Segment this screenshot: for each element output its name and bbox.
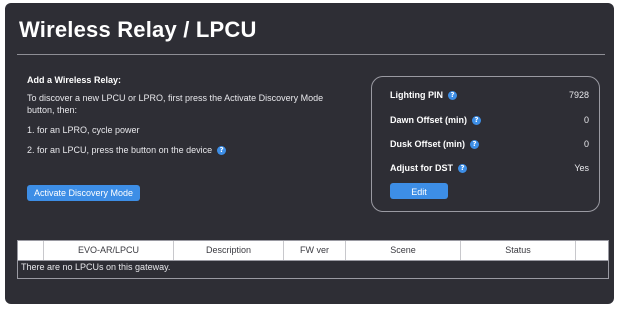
lpcu-table: EVO-AR/LPCU Description FW ver Scene Sta… bbox=[17, 240, 609, 279]
instructions-step2-text: 2. for an LPCU, press the button on the … bbox=[27, 145, 213, 155]
question-circle-icon[interactable]: ? bbox=[470, 140, 480, 150]
instructions-line2: button, then: bbox=[27, 105, 78, 115]
title-divider bbox=[17, 54, 605, 55]
edit-button[interactable]: Edit bbox=[390, 183, 448, 199]
instructions-step1: 1. for an LPRO, cycle power bbox=[27, 125, 140, 135]
dawn-offset-label: Dawn Offset (min) bbox=[390, 115, 468, 125]
adjust-dst-label: Adjust for DST bbox=[390, 163, 453, 173]
adjust-dst-value: Yes bbox=[574, 163, 589, 173]
lighting-pin-value: 7928 bbox=[568, 90, 589, 100]
question-circle-icon[interactable]: ? bbox=[458, 164, 467, 174]
main-panel: Wireless Relay / LPCU Add a Wireless Rel… bbox=[5, 3, 614, 304]
page-title: Wireless Relay / LPCU bbox=[19, 17, 257, 42]
column-header-actions[interactable] bbox=[576, 241, 608, 260]
column-header-select[interactable] bbox=[18, 241, 44, 260]
adjust-dst-row: Adjust for DST? Yes bbox=[390, 163, 589, 174]
column-header-fw-ver[interactable]: FW ver bbox=[284, 241, 346, 260]
column-header-description[interactable]: Description bbox=[174, 241, 284, 260]
add-relay-heading: Add a Wireless Relay: bbox=[27, 75, 121, 85]
question-circle-icon[interactable]: ? bbox=[472, 116, 482, 126]
column-header-evo-ar-lpcu[interactable]: EVO-AR/LPCU bbox=[44, 241, 174, 260]
dawn-offset-value: 0 bbox=[583, 115, 589, 125]
dawn-offset-row: Dawn Offset (min)? 0 bbox=[390, 115, 589, 126]
dusk-offset-row: Dusk Offset (min)? 0 bbox=[390, 139, 589, 150]
dusk-offset-value: 0 bbox=[583, 139, 589, 149]
column-header-scene[interactable]: Scene bbox=[346, 241, 461, 260]
instructions-step2: 2. for an LPCU, press the button on the … bbox=[27, 144, 227, 156]
lighting-settings-box: Lighting PIN? 7928 Dawn Offset (min)? 0 … bbox=[371, 76, 600, 212]
lighting-pin-label: Lighting PIN bbox=[390, 90, 443, 100]
column-header-status[interactable]: Status bbox=[461, 241, 576, 260]
question-circle-icon[interactable]: ? bbox=[217, 146, 227, 156]
question-circle-icon[interactable]: ? bbox=[448, 91, 457, 101]
lighting-pin-row: Lighting PIN? 7928 bbox=[390, 90, 589, 101]
table-empty-message: There are no LPCUs on this gateway. bbox=[21, 262, 171, 272]
table-header: EVO-AR/LPCU Description FW ver Scene Sta… bbox=[18, 241, 608, 261]
activate-discovery-button[interactable]: Activate Discovery Mode bbox=[27, 185, 141, 201]
dusk-offset-label: Dusk Offset (min) bbox=[390, 139, 466, 149]
instructions-line1: To discover a new LPCU or LPRO, first pr… bbox=[27, 93, 324, 103]
